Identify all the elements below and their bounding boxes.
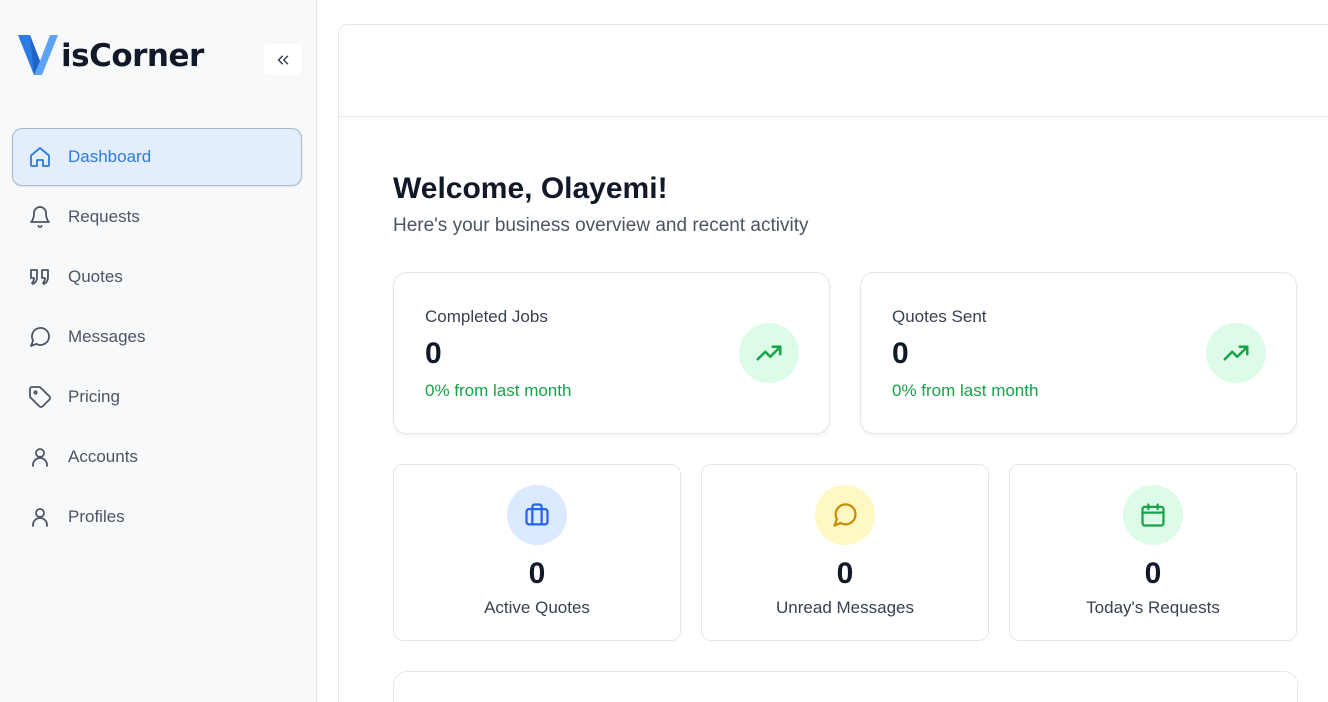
sidebar-item-messages[interactable]: Messages [12, 308, 302, 366]
logo-text: isCorner [61, 38, 204, 74]
top-header [338, 24, 1328, 117]
sidebar-item-accounts[interactable]: Accounts [12, 428, 302, 486]
mini-stat-label: Today's Requests [1086, 598, 1220, 617]
tag-icon [27, 384, 53, 410]
user-icon [27, 504, 53, 530]
mini-stat-label: Unread Messages [776, 598, 914, 617]
user-icon [27, 444, 53, 470]
mini-stat-label: Active Quotes [484, 598, 590, 617]
stat-label: Quotes Sent [892, 307, 987, 326]
stat-value: 0 [425, 337, 442, 370]
sidebar-item-label: Requests [68, 207, 140, 226]
sidebar-item-pricing[interactable]: Pricing [12, 368, 302, 426]
mini-card-todays-requests[interactable]: 0 Today's Requests [1009, 464, 1297, 641]
mini-card-unread-messages[interactable]: 0 Unread Messages [701, 464, 989, 641]
mini-stat-value: 0 [1144, 557, 1162, 590]
sidebar-nav: Dashboard Requests Quotes Messages Prici… [12, 128, 302, 548]
sidebar-item-label: Pricing [68, 387, 120, 406]
mini-card-active-quotes[interactable]: 0 Active Quotes [393, 464, 681, 641]
bell-icon [27, 204, 53, 230]
sidebar-item-label: Quotes [68, 267, 123, 286]
page-title: Welcome, Olayemi! [393, 172, 668, 205]
sidebar-item-quotes[interactable]: Quotes [12, 248, 302, 306]
collapse-sidebar-button[interactable] [264, 44, 301, 75]
briefcase-icon [507, 485, 567, 545]
stat-value: 0 [892, 337, 909, 370]
mini-stat-value: 0 [528, 557, 546, 590]
recent-activity-card [393, 671, 1298, 702]
stat-change: 0% from last month [892, 381, 1039, 400]
sidebar-item-label: Messages [68, 327, 146, 346]
sidebar-item-profiles[interactable]: Profiles [12, 488, 302, 546]
home-icon [27, 144, 53, 170]
calendar-icon [1123, 485, 1183, 545]
chevrons-left-icon [277, 55, 288, 64]
sidebar-item-label: Accounts [68, 447, 138, 466]
sidebar: isCorner Dashboard Requests Quotes Messa… [0, 0, 317, 702]
trending-up-icon [1206, 323, 1266, 383]
logo-v-icon [18, 35, 58, 75]
sidebar-item-dashboard[interactable]: Dashboard [12, 128, 302, 186]
message-icon [27, 324, 53, 350]
stat-card-completed-jobs: Completed Jobs 0 0% from last month [393, 272, 830, 434]
sidebar-item-label: Profiles [68, 507, 125, 526]
page-subtitle: Here's your business overview and recent… [393, 215, 809, 236]
trending-up-icon [739, 323, 799, 383]
sidebar-item-requests[interactable]: Requests [12, 188, 302, 246]
message-icon [815, 485, 875, 545]
stat-card-quotes-sent: Quotes Sent 0 0% from last month [860, 272, 1297, 434]
stat-label: Completed Jobs [425, 307, 548, 326]
sidebar-item-label: Dashboard [68, 147, 152, 166]
quote-icon [27, 264, 53, 290]
mini-stat-value: 0 [836, 557, 854, 590]
logo[interactable]: isCorner [16, 30, 204, 78]
stat-change: 0% from last month [425, 381, 572, 400]
